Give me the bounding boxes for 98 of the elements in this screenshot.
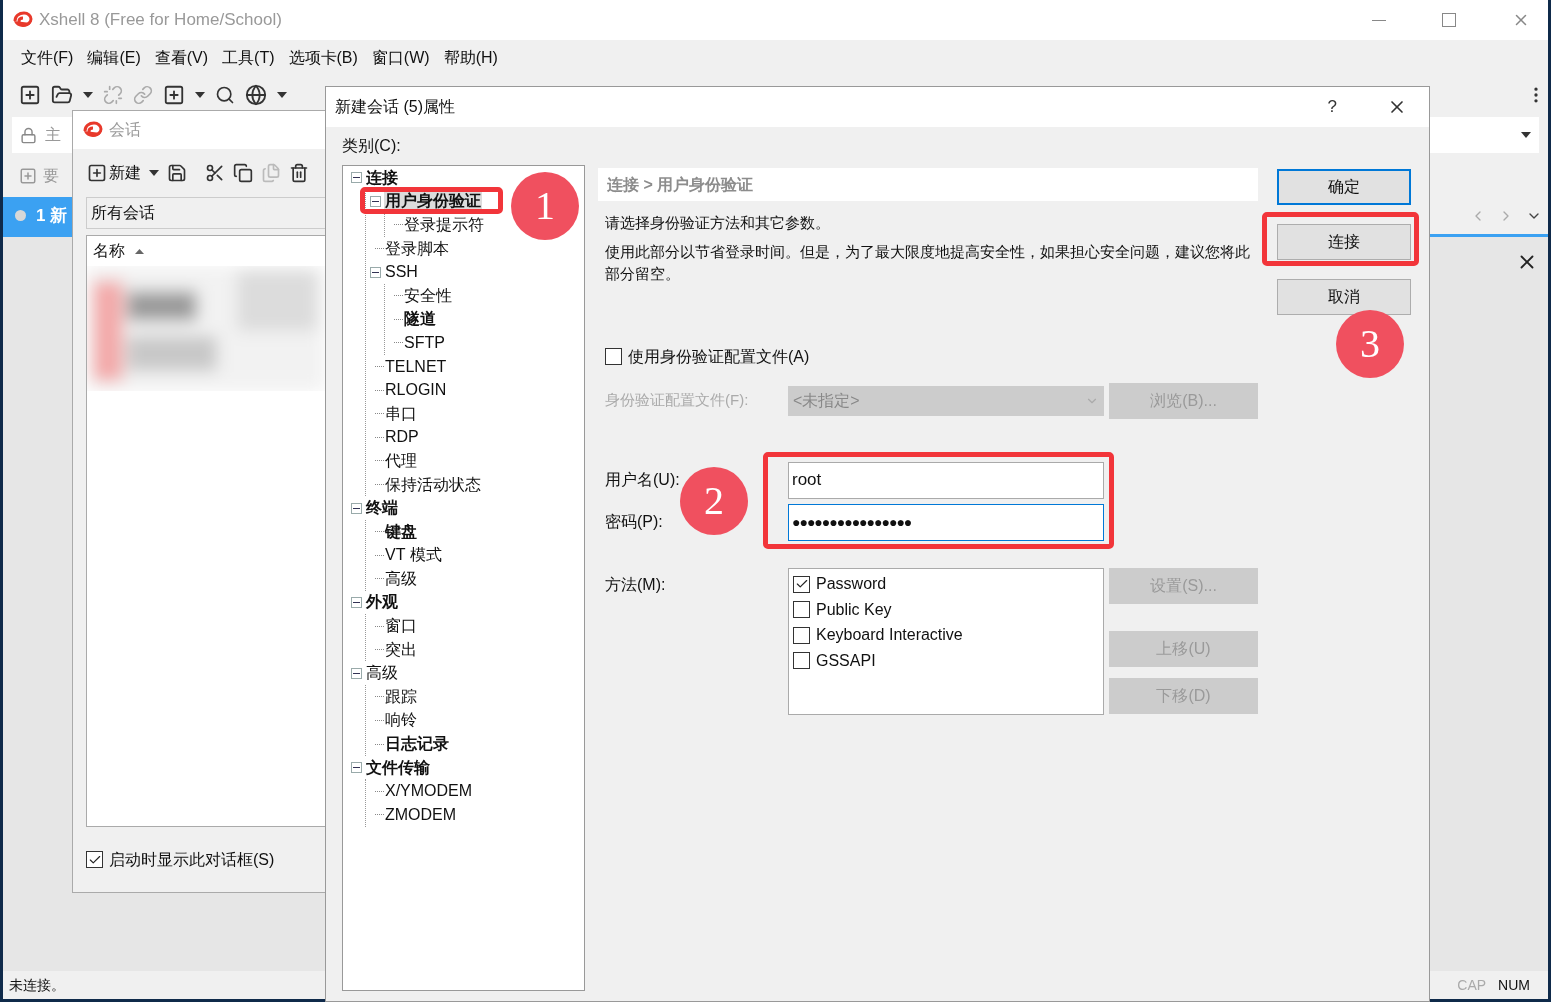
tree-item[interactable]: X/YMODEM	[384, 781, 474, 802]
tree-item[interactable]: 外观	[365, 592, 399, 613]
tree-item[interactable]: RDP	[384, 427, 420, 448]
tree-item[interactable]: 跟踪	[384, 686, 418, 707]
checkbox[interactable]	[793, 601, 810, 619]
collapse-icon[interactable]	[350, 172, 362, 184]
collapse-icon[interactable]	[369, 266, 381, 278]
logo-icon	[83, 121, 103, 139]
delete-icon[interactable]	[289, 163, 309, 183]
checkbox-label[interactable]: 启动时显示此对话框(S)	[109, 847, 275, 872]
tree-item[interactable]: 响铃	[384, 710, 418, 731]
caret-icon[interactable]	[83, 92, 93, 98]
tree-item[interactable]: 安全性	[403, 285, 453, 306]
menu-item[interactable]: 查看(V)	[154, 45, 209, 70]
status-indicator: NUM	[1498, 975, 1530, 995]
hint-text: 要	[43, 166, 59, 186]
tree-item[interactable]: 串口	[384, 403, 418, 424]
collapse-icon[interactable]	[350, 667, 362, 679]
save-icon[interactable]	[167, 163, 187, 183]
tree-item[interactable]: 窗口	[384, 616, 418, 637]
window-title: Xshell 8 (Free for Home/School)	[39, 9, 282, 32]
dialog-button[interactable]: 取消	[1277, 279, 1411, 315]
category-label: 类别(C):	[342, 136, 402, 156]
new-button-label[interactable]: 新建	[109, 161, 141, 185]
logo-icon	[13, 11, 33, 29]
breadcrumb: 连接 > 用户身份验证	[598, 168, 1258, 201]
tree-item[interactable]: TELNET	[384, 356, 448, 377]
tree-item[interactable]: SFTP	[403, 332, 446, 353]
caret-icon[interactable]	[149, 170, 159, 176]
status-text: 未连接。	[9, 975, 65, 995]
checkbox[interactable]	[86, 851, 103, 868]
caret-icon[interactable]	[195, 92, 205, 98]
new-session-icon[interactable]	[19, 84, 41, 106]
method-label[interactable]: GSSAPI	[816, 648, 876, 673]
menu-item[interactable]: 文件(F)	[21, 45, 74, 70]
menu-item[interactable]: 工具(T)	[222, 45, 275, 70]
add-icon	[19, 167, 37, 185]
search-icon[interactable]	[215, 85, 235, 105]
checkbox[interactable]	[793, 652, 810, 670]
tree-item[interactable]: 隧道	[403, 309, 437, 330]
menu-item[interactable]: 选项卡(B)	[288, 45, 358, 70]
new-tab-icon[interactable]	[163, 84, 185, 106]
copy-icon[interactable]	[233, 163, 253, 183]
lock-icon	[20, 126, 37, 144]
new-session-icon[interactable]	[87, 163, 107, 183]
collapse-icon[interactable]	[350, 597, 362, 608]
field-label: 身份验证配置文件(F):	[605, 390, 750, 411]
caret-icon[interactable]	[1521, 132, 1531, 138]
maximize-icon[interactable]	[1442, 13, 1456, 27]
checkbox[interactable]	[793, 575, 810, 593]
tree-item[interactable]: VT 模式	[384, 545, 443, 566]
collapse-icon[interactable]	[369, 195, 381, 207]
intro-text: 请选择身份验证方法和其它参数。	[604, 213, 831, 233]
minimize-icon[interactable]	[1372, 19, 1386, 21]
dialog-title: 会话	[109, 120, 141, 140]
username-field[interactable]: root	[788, 461, 1104, 499]
tree-item[interactable]: 键盘	[384, 521, 418, 542]
tree-item[interactable]: 登录脚本	[384, 238, 450, 259]
tree-item[interactable]: 连接	[365, 167, 399, 188]
checkbox[interactable]	[793, 626, 810, 644]
tree-item[interactable]: 保持活动状态	[384, 474, 482, 495]
checkbox-label[interactable]: 使用身份验证配置文件(A)	[628, 344, 810, 369]
note-text: 使用此部分以节省登录时间。但是，为了最大限度地提高安全性，如果担心安全问题，建议您将此部分留空。	[604, 241, 1251, 284]
tree-item[interactable]: 高级	[384, 568, 418, 589]
tree-item[interactable]: 高级	[365, 663, 399, 684]
folder-icon[interactable]	[51, 84, 73, 106]
tree-item[interactable]: ZMODEM	[384, 804, 458, 825]
tree-item[interactable]: 突出	[384, 639, 418, 660]
method-label[interactable]: Keyboard Interactive	[816, 623, 963, 648]
tree-item[interactable]: 登录提示符	[403, 215, 485, 235]
menu-item[interactable]: 窗口(W)	[371, 45, 430, 70]
globe-icon[interactable]	[245, 84, 267, 106]
dialog-button[interactable]: 确定	[1277, 169, 1411, 205]
tree-item[interactable]: 终端	[365, 498, 399, 519]
dialog-button[interactable]: 连接	[1277, 224, 1411, 260]
field-label: 密码(P):	[605, 512, 664, 532]
field-label: 方法(M):	[605, 574, 667, 595]
dialog-title: 新建会话 (5)属性	[335, 97, 455, 117]
tree-item[interactable]: 文件传输	[365, 757, 431, 778]
help-button[interactable]: ?	[1327, 94, 1337, 120]
tree-item[interactable]: 代理	[384, 450, 418, 471]
sort-icon	[135, 248, 144, 254]
collapse-icon[interactable]	[350, 502, 362, 514]
tree-item[interactable]: 日志记录	[384, 734, 450, 755]
collapse-icon[interactable]	[350, 762, 362, 774]
field-label: 用户名(U):	[605, 470, 681, 490]
password-field[interactable]: ●●●●●●●●●●●●●●●●	[788, 503, 1104, 541]
column-header[interactable]: 名称	[93, 239, 125, 263]
tree-item[interactable]: RLOGIN	[384, 380, 448, 401]
checkbox[interactable]	[605, 348, 622, 365]
caret-icon[interactable]	[277, 92, 287, 98]
menu-item[interactable]: 帮助(H)	[443, 45, 498, 70]
method-label[interactable]: Public Key	[816, 597, 892, 622]
status-indicator: CAP	[1457, 975, 1487, 995]
tree-item[interactable]: SSH	[384, 262, 419, 283]
method-label[interactable]: Password	[816, 572, 887, 597]
menu-item[interactable]: 编辑(E)	[87, 45, 141, 70]
cut-icon[interactable]	[205, 163, 225, 183]
